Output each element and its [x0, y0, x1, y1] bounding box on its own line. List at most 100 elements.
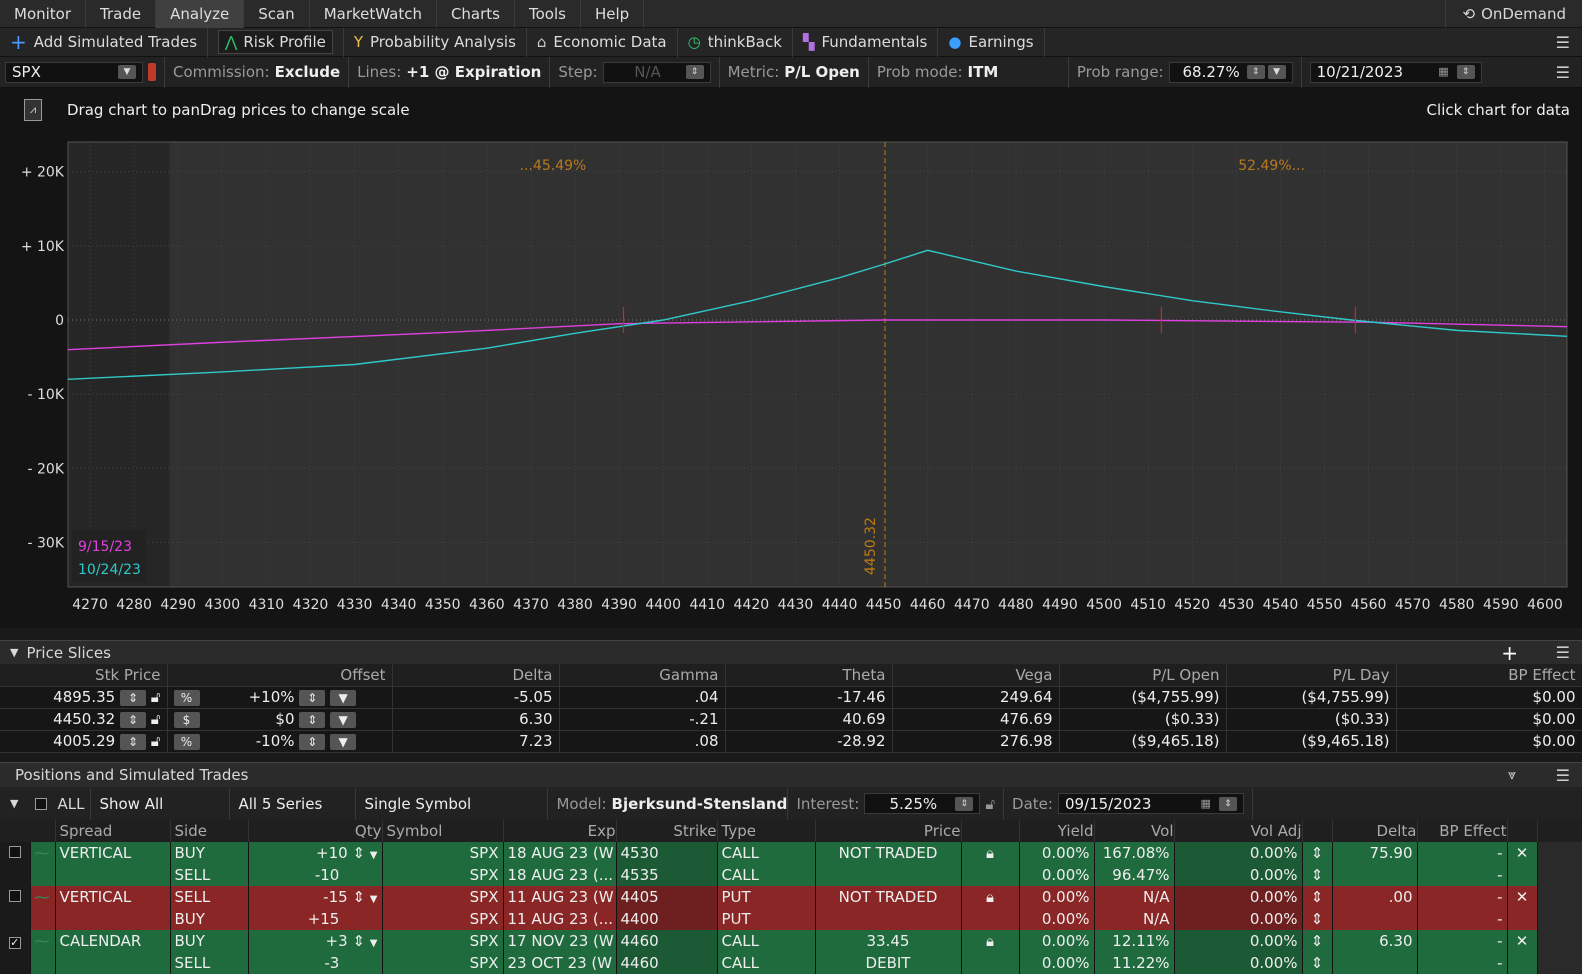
- row-exp[interactable]: 17 NOV 23 (W: [503, 930, 617, 952]
- menu-help[interactable]: Help: [581, 0, 645, 28]
- col-vol[interactable]: Vol: [1094, 820, 1175, 842]
- thinkback-tab[interactable]: ◷ thinkBack: [678, 27, 793, 57]
- lock-icon[interactable]: [961, 864, 1020, 886]
- col-yield[interactable]: Yield: [1019, 820, 1095, 842]
- stepper-icon[interactable]: ⇕: [1456, 65, 1475, 79]
- risk-profile-tab[interactable]: ⋀ Risk Profile: [208, 27, 344, 57]
- position-row[interactable]: SELL -3 SPX 23 OCT 23 (W 4460 CALL DEBIT…: [0, 952, 1582, 974]
- scrollbar-track[interactable]: [1537, 930, 1582, 952]
- lock-icon[interactable]: 🔒︎: [961, 930, 1020, 952]
- lock-icon[interactable]: 🔒︎: [961, 842, 1020, 864]
- row-exp[interactable]: 18 AUG 23 (W: [503, 842, 617, 864]
- stepper-icon[interactable]: ⇕: [1302, 930, 1333, 952]
- col-exp[interactable]: Exp: [503, 820, 617, 842]
- stepper-icon[interactable]: ⇕: [119, 690, 146, 706]
- row-type[interactable]: CALL: [717, 952, 816, 974]
- stepper-icon[interactable]: ⇕: [955, 796, 974, 811]
- earnings-tab[interactable]: ● Earnings: [938, 27, 1045, 57]
- row-type[interactable]: CALL: [717, 842, 816, 864]
- probrange-input[interactable]: 68.27% ⇕ ▼: [1168, 61, 1293, 83]
- col-gamma[interactable]: Gamma: [559, 664, 726, 687]
- row-strike[interactable]: 4535: [616, 864, 718, 886]
- row-strike[interactable]: 4530: [616, 842, 718, 864]
- lines-control[interactable]: Lines: +1 @ Expiration: [349, 56, 551, 88]
- position-row[interactable]: ⁓ VERTICAL SELL -15 ⇕ ▼ SPX 11 AUG 23 (W…: [0, 886, 1582, 908]
- symbol-mode-select[interactable]: Single Symbol: [356, 788, 549, 819]
- row-price[interactable]: [815, 864, 962, 886]
- row-exp[interactable]: 18 AUG 23 (...: [503, 864, 617, 886]
- stepper-icon[interactable]: ⇕: [1302, 908, 1333, 930]
- ondemand-button[interactable]: ⟲ OnDemand: [1445, 0, 1582, 28]
- slice-unit[interactable]: %: [173, 734, 200, 750]
- add-simulated-trades-tab[interactable]: + Add Simulated Trades: [0, 27, 209, 57]
- menu-tools[interactable]: Tools: [515, 0, 581, 28]
- row-side[interactable]: BUY: [170, 930, 249, 952]
- row-type[interactable]: CALL: [717, 864, 816, 886]
- stepper-icon[interactable]: ⇕: [1246, 65, 1265, 79]
- row-vol-adj[interactable]: 0.00%: [1174, 930, 1303, 952]
- col-stk-price[interactable]: Stk Price: [0, 664, 168, 687]
- stepper-icon[interactable]: ⇕: [685, 65, 704, 79]
- select-all-checkbox[interactable]: [35, 797, 48, 810]
- slice-offset[interactable]: $0: [200, 710, 294, 728]
- col-price[interactable]: Price: [815, 820, 962, 842]
- slice-offset[interactable]: +10%: [200, 688, 295, 706]
- col-type[interactable]: Type: [717, 820, 816, 842]
- chevron-down-icon[interactable]: ▼: [330, 690, 357, 706]
- model-select[interactable]: Model: Bjerksund-Stensland: [548, 788, 789, 819]
- row-spread[interactable]: [55, 864, 171, 886]
- col-offset[interactable]: Offset: [167, 664, 393, 687]
- row-qty-cell[interactable]: -15 ⇕ ▼: [248, 886, 383, 908]
- position-row[interactable]: ✓ ⁓ CALENDAR BUY +3 ⇕ ▼ SPX 17 NOV 23 (W…: [0, 930, 1582, 952]
- row-side[interactable]: BUY: [170, 842, 249, 864]
- position-row[interactable]: BUY +15 SPX 11 AUG 23 (... 4400 PUT 0.00…: [0, 908, 1582, 930]
- commission-control[interactable]: Commission: Exclude: [165, 56, 350, 88]
- interest-input[interactable]: 5.25% ⇕: [864, 793, 981, 814]
- col-symbol[interactable]: Symbol: [382, 820, 504, 842]
- scrollbar-track[interactable]: [1537, 952, 1582, 974]
- row-exp[interactable]: 11 AUG 23 (...: [503, 908, 617, 930]
- lock-icon[interactable]: 🔒︎: [961, 886, 1020, 908]
- row-spread[interactable]: VERTICAL: [55, 886, 171, 908]
- col-bp-effect[interactable]: BP Effect: [1396, 664, 1582, 687]
- stepper-icon[interactable]: ⇕: [1302, 952, 1333, 974]
- row-type[interactable]: PUT: [717, 886, 816, 908]
- lock-icon[interactable]: 🔓︎: [985, 795, 995, 813]
- chevron-down-icon[interactable]: ▼: [370, 894, 378, 905]
- col-vega[interactable]: Vega: [892, 664, 1060, 687]
- col-qty[interactable]: Qty: [248, 820, 383, 842]
- scrollbar-track[interactable]: [1537, 908, 1582, 930]
- row-qty-cell[interactable]: -3: [248, 952, 383, 974]
- menu-analyze[interactable]: Analyze: [156, 0, 245, 28]
- row-strike[interactable]: 4405: [616, 886, 718, 908]
- row-qty[interactable]: -15: [323, 888, 348, 906]
- stepper-icon[interactable]: ⇕: [1218, 796, 1237, 811]
- row-price[interactable]: NOT TRADED: [815, 886, 962, 908]
- col-vol-adj[interactable]: Vol Adj: [1174, 820, 1303, 842]
- row-checkbox[interactable]: [8, 890, 21, 902]
- chart-settings-icon[interactable]: ⩘: [24, 99, 42, 121]
- chevron-down-icon[interactable]: ▼: [330, 712, 357, 728]
- row-spread[interactable]: [55, 908, 171, 930]
- row-exp[interactable]: 23 OCT 23 (W: [503, 952, 617, 974]
- probability-analysis-tab[interactable]: Y Probability Analysis: [344, 27, 527, 57]
- remove-position-icon[interactable]: ✕: [1507, 930, 1538, 952]
- chevron-down-icon[interactable]: ▼: [370, 938, 378, 949]
- scrollbar-track[interactable]: [1537, 864, 1582, 886]
- stepper-icon[interactable]: ⇕: [1302, 864, 1333, 886]
- row-vol-adj[interactable]: 0.00%: [1174, 952, 1303, 974]
- calendar-icon[interactable]: ▦: [1438, 65, 1448, 79]
- row-vol-adj[interactable]: 0.00%: [1174, 908, 1303, 930]
- col-spread[interactable]: Spread: [55, 820, 171, 842]
- remove-position-icon[interactable]: [1507, 952, 1538, 974]
- row-checkbox[interactable]: ✓: [8, 937, 21, 949]
- toolbar-menu-icon[interactable]: ☰: [1556, 33, 1570, 52]
- pos-date-input[interactable]: 09/15/2023 ▦ ⇕: [1057, 793, 1244, 814]
- slice-offset[interactable]: -10%: [200, 732, 295, 750]
- row-qty-cell[interactable]: +10 ⇕ ▼: [248, 842, 383, 864]
- row-exp[interactable]: 11 AUG 23 (W: [503, 886, 617, 908]
- lock-icon[interactable]: 🔓︎: [151, 688, 161, 706]
- fundamentals-tab[interactable]: ▚ Fundamentals: [793, 27, 939, 57]
- show-all-select[interactable]: Show All: [90, 788, 231, 819]
- stepper-icon[interactable]: ⇕: [352, 888, 365, 906]
